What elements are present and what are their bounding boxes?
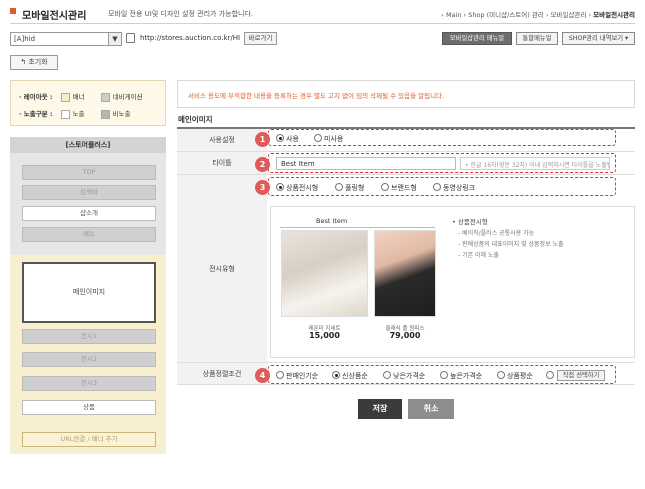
- cancel-button[interactable]: 취소: [408, 399, 454, 419]
- layout-item-product[interactable]: 상품: [22, 400, 156, 415]
- radio-icon: [314, 134, 322, 142]
- usage-option-use-label: 사용: [286, 135, 299, 143]
- exposure-on-swatch: [60, 109, 70, 119]
- preview-divider: [280, 227, 435, 228]
- radio-selected-icon: [332, 371, 340, 379]
- title-input[interactable]: Best Item: [276, 157, 456, 170]
- product-image: [374, 230, 436, 317]
- display-desc-line: - 베이직/플러스 공통사용 가능: [458, 230, 535, 237]
- radio-icon: [440, 371, 448, 379]
- sort-option-review[interactable]: 상품평순: [497, 371, 533, 381]
- sort-label: 상품정렬조건: [177, 363, 267, 385]
- display-option-rolling-label: 풀링형: [345, 184, 365, 192]
- sort-option-direct[interactable]: [546, 371, 556, 380]
- nav-swatch: [100, 92, 110, 102]
- sort-option-high-price[interactable]: 높은가격순: [440, 371, 482, 381]
- mobile-manual-button[interactable]: 모바일샵관리 매뉴얼: [442, 32, 512, 45]
- breadcrumb-path[interactable]: › Main › Shop (미니샵/스토어) 관리 › 모바일샵관리 ›: [441, 11, 593, 19]
- shop-select-value: [A]hid: [14, 35, 36, 43]
- breadcrumb: › Main › Shop (미니샵/스토어) 관리 › 모바일샵관리 › 모바…: [441, 9, 635, 19]
- step-badge-1: 1: [255, 132, 270, 147]
- display-desc-line: - 판매상품의 대표이미지 및 상품정보 노출: [458, 241, 564, 248]
- reset-button[interactable]: ↰ 초기화: [10, 55, 58, 70]
- radio-icon: [497, 371, 505, 379]
- exposure-off-swatch: [100, 109, 110, 119]
- radio-icon: [276, 371, 284, 379]
- title-hint: • 한글 16자(영문 32자) 이내 입력하시면 타이틀을 노출됩니다.: [460, 157, 610, 170]
- sort-option-low-price-label: 낮은가격순: [393, 372, 426, 380]
- radio-selected-icon: [276, 134, 284, 142]
- chevron-down-icon: ▼: [108, 33, 121, 45]
- sort-option-high-price-label: 높은가격순: [450, 372, 483, 380]
- preview-title: Best Item: [316, 217, 348, 225]
- legend-box: · 레이아웃 : 배너 네비게이션 · 노출구분 : 노출 비노출: [10, 80, 166, 126]
- usage-option-use[interactable]: 사용: [276, 134, 299, 144]
- sort-option-popular[interactable]: 판매인기순: [276, 371, 318, 381]
- display-option-product-label: 상품전시형: [286, 184, 319, 192]
- page-description: 모바일 전용 UI및 디자인 설정 관리가 가능합니다.: [108, 10, 254, 18]
- radio-icon: [381, 183, 389, 191]
- title-label: 타이틀: [177, 152, 267, 175]
- goto-button[interactable]: 바로가기: [244, 32, 277, 45]
- sort-option-low-price[interactable]: 낮은가격순: [383, 371, 425, 381]
- radio-icon: [433, 183, 441, 191]
- store-plus-label: [스토어플러스]: [10, 137, 166, 153]
- layout-item-display-2[interactable]: 전시2: [22, 352, 156, 367]
- legend-exposure-off: 비노출: [112, 110, 131, 118]
- legend-banner: 배너: [72, 93, 85, 101]
- legend-exposure-on: 노출: [72, 110, 85, 118]
- notice-box: 서비스 용도에 부적합한 내용을 등록하는 경우 별도 고지 없이 임의 삭제될…: [177, 80, 635, 108]
- layout-item-search[interactable]: 검색바: [22, 185, 156, 200]
- step-badge-2: 2: [255, 157, 270, 172]
- direct-select-button[interactable]: 직접 선택하기: [557, 370, 605, 381]
- usage-label: 사용설정: [177, 129, 267, 152]
- step-badge-3: 3: [255, 180, 270, 195]
- shop-select[interactable]: [A]hid ▼: [10, 32, 122, 46]
- save-button[interactable]: 저장: [358, 399, 402, 419]
- display-option-brand-label: 브랜드형: [391, 184, 417, 192]
- page-title: 모바일전시관리: [22, 11, 87, 22]
- integrated-manual-button[interactable]: 통합매뉴얼: [516, 32, 558, 45]
- usage-option-unuse-label: 미사용: [324, 135, 344, 143]
- header-bullet: [10, 8, 16, 14]
- section-title: 메인이미지: [178, 115, 213, 124]
- layout-item-main-image[interactable]: 메인이미지: [22, 262, 156, 323]
- banner-swatch: [60, 92, 70, 102]
- layout-item-top[interactable]: TOP: [22, 165, 156, 180]
- shop-history-button[interactable]: SHOP관리 내역보기 ▾: [562, 32, 635, 45]
- sort-option-review-label: 상품평순: [507, 372, 533, 380]
- mobile-device-icon: [126, 33, 135, 43]
- display-desc-line: - 기본 이해 노출: [458, 252, 500, 259]
- display-option-video[interactable]: 동영상링크: [433, 183, 475, 193]
- display-option-product[interactable]: 상품전시형: [276, 183, 318, 193]
- sort-option-newest-label: 신상품순: [342, 372, 368, 380]
- legend-nav: 네비게이션: [112, 93, 143, 101]
- sort-option-popular-label: 판매인기순: [286, 372, 319, 380]
- product-price: 15,000: [309, 331, 340, 340]
- sort-option-newest[interactable]: 신상품순: [332, 371, 368, 381]
- breadcrumb-current: 모바일전시관리: [593, 11, 635, 19]
- display-option-brand[interactable]: 브랜드형: [381, 183, 417, 193]
- product-image: [281, 230, 368, 317]
- step-badge-4: 4: [255, 368, 270, 383]
- layout-item-display-1[interactable]: 전시1: [22, 329, 156, 344]
- layout-item-intro[interactable]: 샵소개: [22, 206, 156, 221]
- layout-item-menu[interactable]: 메뉴: [22, 227, 156, 242]
- radio-selected-icon: [276, 183, 284, 191]
- display-type-label: 전시유형: [177, 175, 267, 363]
- radio-icon: [335, 183, 343, 191]
- legend-exposure-label: · 노출구분 :: [19, 110, 53, 118]
- radio-icon: [546, 371, 554, 379]
- display-option-video-label: 동영상링크: [443, 184, 476, 192]
- header-divider: [10, 23, 635, 24]
- usage-option-unuse[interactable]: 미사용: [314, 134, 343, 144]
- layout-item-display-3[interactable]: 전시3: [22, 376, 156, 391]
- radio-icon: [383, 371, 391, 379]
- url-banner-add-button[interactable]: URL연결 / 배너 추가: [22, 432, 156, 447]
- display-desc-title: • 상품전시형: [452, 218, 488, 226]
- product-price: 79,000: [389, 331, 421, 340]
- display-option-rolling[interactable]: 풀링형: [335, 183, 364, 193]
- legend-layout-label: · 레이아웃 :: [19, 93, 53, 101]
- shop-url: http://stores.auction.co.kr/HI: [140, 34, 241, 42]
